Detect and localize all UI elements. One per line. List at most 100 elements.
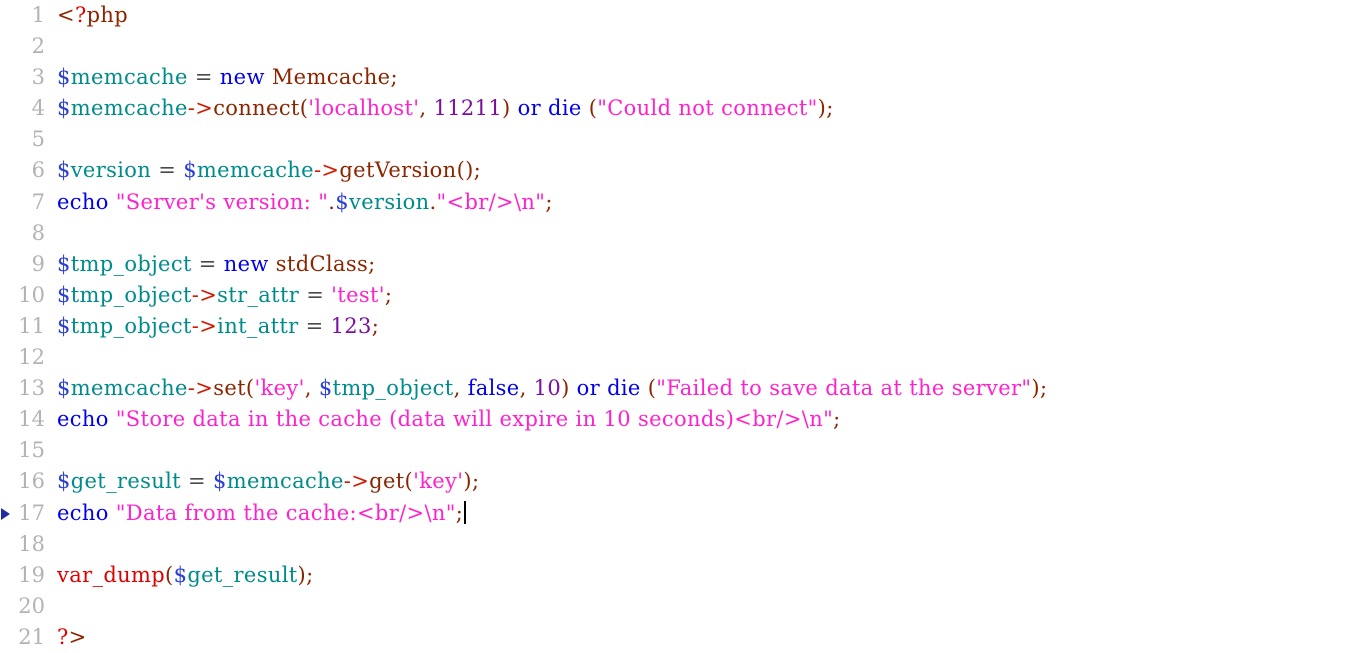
code-token: or die [517,96,582,121]
code-text[interactable]: $get_result = $memcache->get('key'); [57,466,479,497]
code-token: ; [384,282,393,307]
code-text[interactable]: <?php [57,0,128,31]
line-number: 11 [18,313,45,338]
code-token: -> [187,376,214,401]
code-line[interactable]: 2 [0,31,1356,62]
code-token: ) [463,469,472,494]
code-line[interactable]: 20 [0,591,1356,622]
code-token: ; [455,500,464,525]
code-line[interactable]: 15 [0,435,1356,466]
code-token: ; [473,158,482,183]
code-token: ; [1039,376,1048,401]
code-token: -> [191,313,218,338]
code-token: , [419,96,434,121]
code-line[interactable]: 9 $tmp_object = new stdClass; [0,249,1356,280]
code-line[interactable]: 5 [0,124,1356,155]
code-line[interactable]: 3 $memcache = new Memcache; [0,62,1356,93]
code-line[interactable]: 6 $version = $memcache->getVersion(); [0,155,1356,186]
line-number: 10 [18,282,45,307]
code-token: "Failed to save data at the server" [656,376,1032,401]
code-token: = [305,313,324,338]
code-token: connect [213,96,300,121]
code-text[interactable]: echo "Server's version: ".$version."<br/… [57,187,553,218]
code-token: 'test' [331,282,385,307]
code-text[interactable]: $tmp_object->int_attr = 123; [57,311,379,342]
code-text[interactable]: $tmp_object->str_attr = 'test'; [57,280,392,311]
code-text[interactable]: $tmp_object = new stdClass; [57,249,376,280]
code-token: $ [57,282,71,307]
code-text[interactable]: echo "Store data in the cache (data will… [57,404,841,435]
code-editor[interactable]: 1 <?php 2 3 $memcache = new Memcache; 4 $memca… [0,0,1356,653]
code-token: ; [306,562,314,587]
code-text[interactable]: ?> [57,622,87,653]
code-token: = [187,469,206,494]
line-number: 9 [31,251,45,276]
code-line[interactable]: 11 $tmp_object->int_attr = 123; [0,311,1356,342]
code-token: ? [74,3,87,27]
line-number: 2 [31,34,45,59]
code-text[interactable]: var_dump($get_result); [57,560,314,591]
code-token: ; [471,469,480,494]
code-token: ; [833,407,841,432]
code-text[interactable]: $memcache = new Memcache; [57,62,398,93]
code-token: get [369,469,405,494]
code-token: set [213,376,246,401]
code-line[interactable]: 4 $memcache->connect('localhost', 11211) … [0,93,1356,124]
line-number: 1 [31,3,45,27]
code-line[interactable]: 17 echo "Data from the cache:<br/>\n"; [0,498,1356,529]
line-number: 17 [18,500,45,525]
code-token: "<br/>\n" [436,189,546,214]
code-token: tmp_object [70,282,192,307]
code-line[interactable]: 10 $tmp_object->str_attr = 'test'; [0,280,1356,311]
code-token: echo [57,407,109,432]
code-token: ( [647,376,657,401]
code-token: ; [368,251,376,276]
code-token: . [429,189,437,214]
code-line[interactable]: 7 echo "Server's version: ".$version."<br… [0,187,1356,218]
code-token: tmp_object [70,251,192,276]
code-token: ; [545,189,553,214]
code-token: int_attr [217,313,299,338]
code-token: get_result [70,469,181,494]
code-token: -> [187,96,214,121]
code-line[interactable]: 19 var_dump($get_result); [0,560,1356,591]
code-token: $ [212,469,227,494]
code-text[interactable]: $version = $memcache->getVersion(); [57,155,481,186]
line-number: 20 [18,593,45,618]
code-token: or die [576,376,641,401]
code-line[interactable]: 13 $memcache->set('key', $tmp_object, fal… [0,373,1356,404]
code-line[interactable]: 1 <?php [0,0,1356,31]
code-text[interactable]: echo "Data from the cache:<br/>\n"; [57,498,467,529]
code-line[interactable]: 16 $get_result = $memcache->get('key'); [0,466,1356,497]
code-line[interactable]: 21 ?> [0,622,1356,653]
code-token: ) [297,562,307,587]
code-token: new [219,65,265,90]
code-token: $ [318,376,333,401]
code-line[interactable]: 8 [0,218,1356,249]
line-number: 4 [31,96,45,121]
line-number: 3 [31,65,45,90]
code-token: stdClass [275,251,369,276]
code-token: , [304,376,319,401]
code-line[interactable]: 14 echo "Store data in the cache (data wi… [0,404,1356,435]
code-line[interactable]: 12 [0,342,1356,373]
code-token: ) [1031,376,1040,401]
code-token: tmp_object [70,313,192,338]
code-token: $ [57,96,71,121]
code-token: ( [588,96,598,121]
code-token: false [467,376,520,401]
code-text[interactable]: $memcache->set('key', $tmp_object, false… [57,373,1047,404]
code-token: , [519,376,534,401]
code-line[interactable]: 18 [0,529,1356,560]
code-token: tmp_object [332,376,454,401]
line-number: 14 [18,407,45,432]
code-token: Memcache [271,65,391,90]
code-text[interactable]: $memcache->connect('localhost', 11211) o… [57,93,834,124]
code-token: < [57,3,75,27]
